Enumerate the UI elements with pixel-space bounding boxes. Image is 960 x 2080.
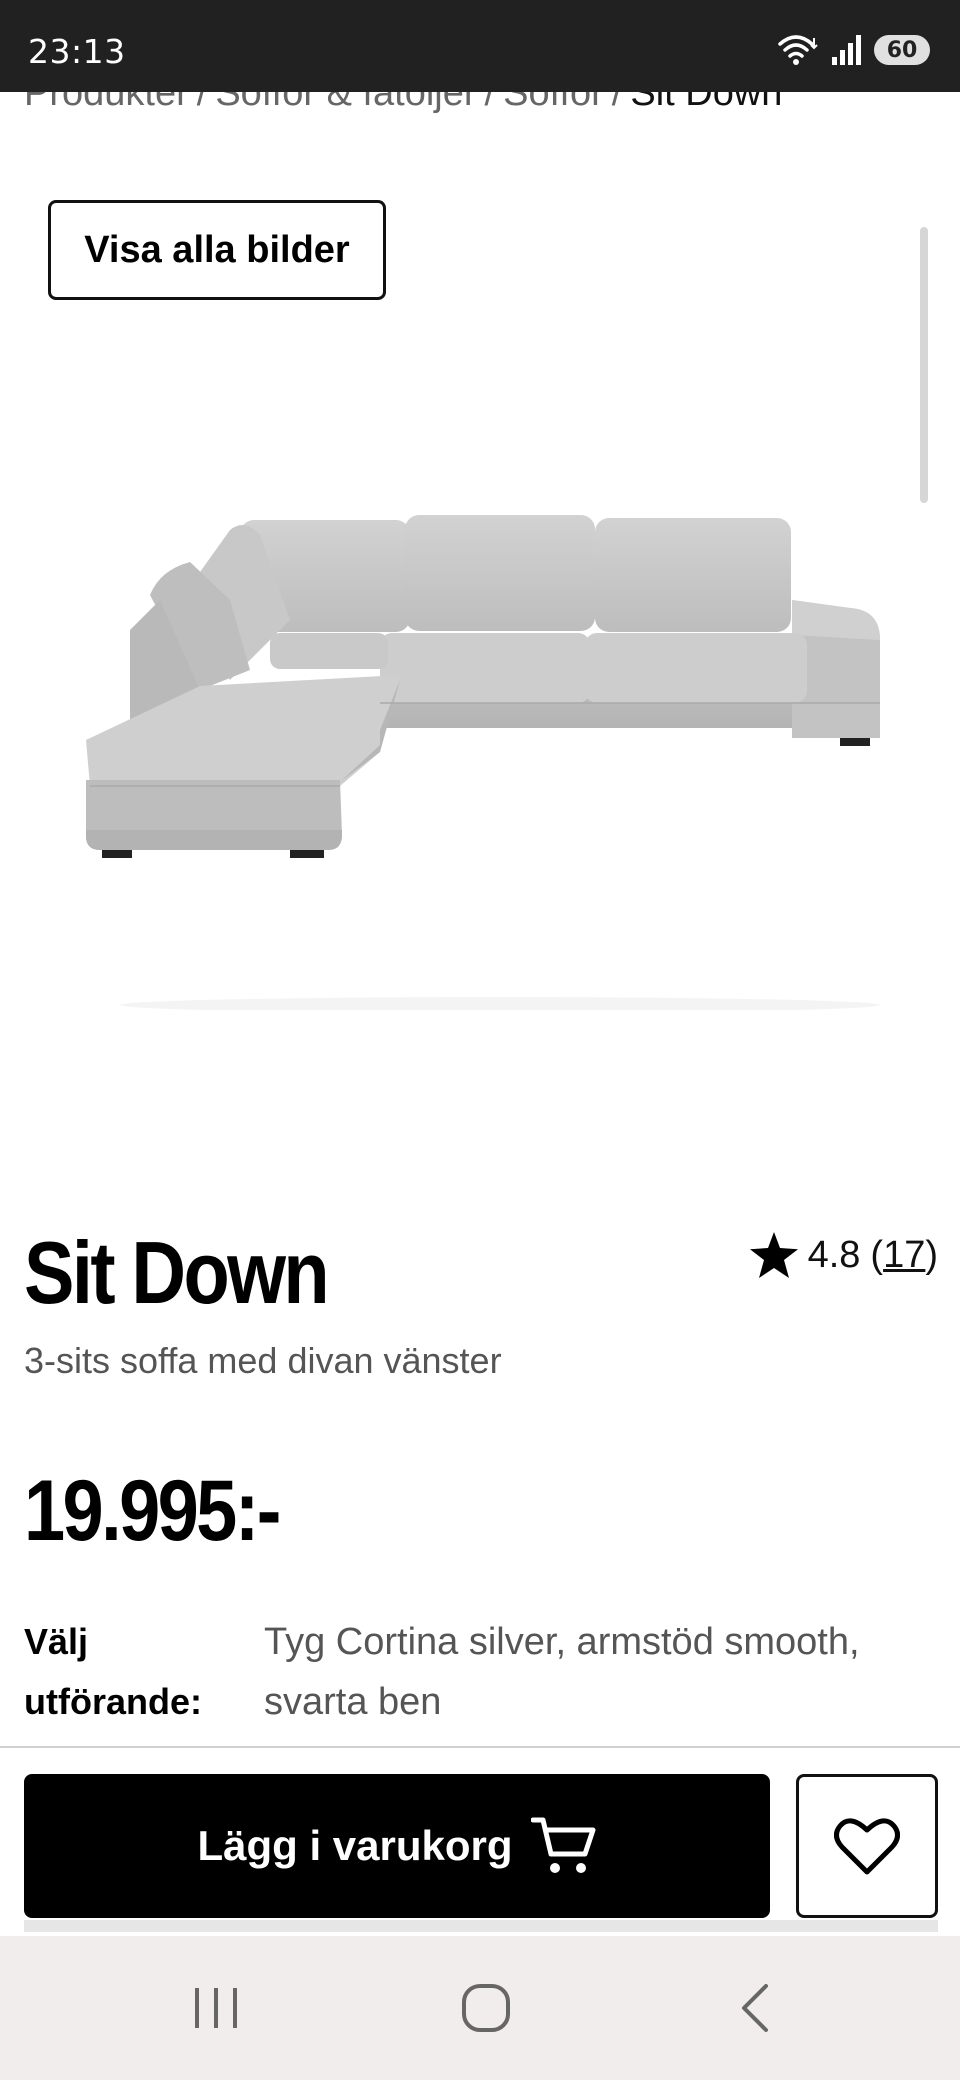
action-bar: Lägg i varukorg	[0, 1746, 960, 1936]
star-icon	[749, 1232, 798, 1278]
add-to-cart-button[interactable]: Lägg i varukorg	[24, 1774, 770, 1918]
variant-value-line2: svarta ben	[264, 1681, 442, 1723]
sofa-image	[86, 515, 880, 1010]
view-all-images-button[interactable]: Visa alla bilder	[48, 200, 386, 300]
wifi-icon	[778, 35, 818, 65]
home-icon	[462, 1984, 510, 2032]
product-gallery[interactable]: Visa alla bilder	[0, 160, 960, 1160]
back-button[interactable]	[714, 1978, 794, 2038]
product-title: Sit Down	[24, 1223, 330, 1322]
gallery-scrollbar[interactable]	[920, 227, 928, 503]
status-time: 23:13	[28, 32, 126, 71]
home-button[interactable]	[446, 1978, 526, 2038]
status-icons: 60	[776, 30, 930, 70]
product-subtitle: 3-sits soffa med divan vänster	[24, 1340, 502, 1381]
recent-apps-button[interactable]	[176, 1978, 256, 2038]
rating-value: 4.8	[807, 1233, 861, 1276]
product-price: 19.995:-	[24, 1463, 281, 1559]
product-rating[interactable]: 4.8 (17)	[749, 1232, 938, 1278]
variant-selector[interactable]: Tyg Cortina silver, armstöd smooth, svar…	[264, 1612, 944, 1732]
status-bar: 23:13 60	[0, 0, 960, 92]
recent-apps-icon	[195, 1988, 237, 2028]
rating-count-link[interactable]: 17	[883, 1234, 925, 1276]
battery-icon: 60	[874, 35, 930, 65]
heart-icon	[834, 1818, 900, 1875]
variant-label-line2: utförande:	[24, 1681, 202, 1722]
wishlist-button[interactable]	[796, 1774, 938, 1918]
rating-count[interactable]: (17)	[870, 1234, 938, 1277]
signal-icon	[832, 35, 861, 65]
system-nav-bar	[0, 1936, 960, 2080]
variant-label-line1: Välj	[24, 1621, 89, 1662]
action-bar-shadow	[24, 1920, 938, 1932]
variant-label: Välj utförande:	[24, 1612, 244, 1732]
variant-value-line1: Tyg Cortina silver, armstöd smooth,	[264, 1621, 860, 1663]
add-to-cart-label: Lägg i varukorg	[197, 1822, 513, 1869]
battery-level: 60	[886, 37, 918, 63]
back-icon	[742, 1984, 768, 2032]
cart-icon	[530, 1817, 596, 1873]
